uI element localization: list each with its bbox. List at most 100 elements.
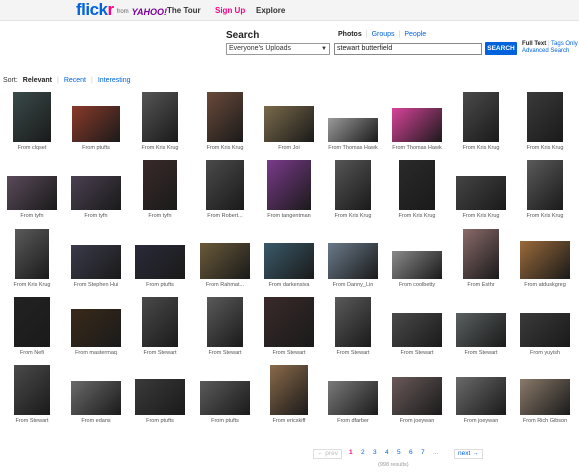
photo-owner-caption[interactable]: From Robert... [193, 213, 257, 219]
photo-owner-caption[interactable]: From yuyish [513, 350, 577, 356]
result-item[interactable]: From mastermaq [64, 293, 128, 359]
photo-thumbnail[interactable] [142, 297, 178, 347]
result-item[interactable]: From atduskgreg [513, 225, 577, 291]
sort-relevant[interactable]: Relevant [23, 77, 52, 84]
photo-owner-caption[interactable]: From tyfn [0, 213, 64, 219]
result-item[interactable]: From Nefi [0, 293, 64, 359]
result-item[interactable]: From ptufts [193, 361, 257, 427]
photo-thumbnail[interactable] [335, 297, 371, 347]
result-item[interactable]: From tyfn [128, 156, 192, 222]
photo-owner-caption[interactable]: From mastermaq [64, 350, 128, 356]
result-item[interactable]: From yuyish [513, 293, 577, 359]
photo-owner-caption[interactable]: From Kris Krug [513, 145, 577, 151]
photo-thumbnail[interactable] [335, 160, 371, 210]
photo-thumbnail[interactable] [456, 313, 506, 347]
nav-explore[interactable]: Explore [256, 6, 285, 15]
photo-owner-caption[interactable]: From Stewart [449, 350, 513, 356]
result-item[interactable]: From darkensiva [257, 225, 321, 291]
photo-owner-caption[interactable]: From Stewart [128, 350, 192, 356]
page-link-1[interactable]: 1 [349, 449, 353, 456]
photo-thumbnail[interactable] [143, 160, 177, 210]
photo-owner-caption[interactable]: From Thomas Hawk [385, 145, 449, 151]
photo-owner-caption[interactable]: From ericskiff [257, 418, 321, 424]
photo-owner-caption[interactable]: From Danny_Lin [321, 282, 385, 288]
result-item[interactable]: From Kris Krug [128, 88, 192, 154]
result-item[interactable]: From Stewart [321, 293, 385, 359]
photo-owner-caption[interactable]: From Kris Krug [385, 213, 449, 219]
tab-groups[interactable]: Groups [368, 31, 399, 38]
photo-owner-caption[interactable]: From Esthr [449, 282, 513, 288]
photo-owner-caption[interactable]: From Stephen Hui [64, 282, 128, 288]
photo-thumbnail[interactable] [392, 108, 442, 142]
photo-thumbnail[interactable] [200, 243, 250, 279]
search-input[interactable]: stewart butterfield [334, 43, 482, 55]
page-link-5[interactable]: 5 [397, 449, 401, 456]
result-item[interactable]: From Kris Krug [321, 156, 385, 222]
advanced-search-link[interactable]: Advanced Search [522, 48, 569, 54]
photo-owner-caption[interactable]: From Kris Krug [449, 213, 513, 219]
photo-thumbnail[interactable] [520, 241, 570, 279]
photo-thumbnail[interactable] [392, 377, 442, 415]
search-button[interactable]: SEARCH [485, 42, 517, 55]
result-item[interactable]: From Esthr [449, 225, 513, 291]
photo-owner-caption[interactable]: From joeywan [385, 418, 449, 424]
photo-owner-caption[interactable]: From Kris Krug [321, 213, 385, 219]
photo-thumbnail[interactable] [142, 92, 178, 142]
photo-thumbnail[interactable] [270, 365, 308, 415]
result-item[interactable]: From tyfn [64, 156, 128, 222]
photo-thumbnail[interactable] [71, 381, 121, 415]
photo-thumbnail[interactable] [527, 160, 563, 210]
result-item[interactable]: From Stewart [257, 293, 321, 359]
page-link-3[interactable]: 3 [373, 449, 377, 456]
photo-thumbnail[interactable] [520, 379, 570, 415]
photo-thumbnail[interactable] [264, 106, 314, 142]
next-page-button[interactable]: next → [454, 449, 483, 459]
result-item[interactable]: From Stewart [128, 293, 192, 359]
photo-thumbnail[interactable] [206, 160, 244, 210]
photo-owner-caption[interactable]: From Rich Gibson [513, 418, 577, 424]
result-item[interactable]: From Thomas Hawk [321, 88, 385, 154]
photo-owner-caption[interactable]: From Rahmat... [193, 282, 257, 288]
page-link-4[interactable]: 4 [385, 449, 389, 456]
nav-sign-up[interactable]: Sign Up [215, 6, 245, 15]
photo-owner-caption[interactable]: From ptufts [64, 145, 128, 151]
photo-owner-caption[interactable]: From tyfn [128, 213, 192, 219]
photo-thumbnail[interactable] [392, 251, 442, 279]
photo-owner-caption[interactable]: From Kris Krug [128, 145, 192, 151]
tags-only-option[interactable]: Tags Only [551, 41, 578, 47]
photo-thumbnail[interactable] [207, 297, 243, 347]
result-item[interactable]: From ptufts [128, 361, 192, 427]
photo-owner-caption[interactable]: From edans [64, 418, 128, 424]
photo-owner-caption[interactable]: From Joi [257, 145, 321, 151]
photo-owner-caption[interactable]: From dfarber [321, 418, 385, 424]
photo-thumbnail[interactable] [399, 160, 435, 210]
result-item[interactable]: From Kris Krug [449, 88, 513, 154]
flickr-logo[interactable]: flickr from YAHOO! [76, 1, 167, 19]
photo-owner-caption[interactable]: From tangentman [257, 213, 321, 219]
photo-thumbnail[interactable] [264, 243, 314, 279]
photo-owner-caption[interactable]: From Stewart [321, 350, 385, 356]
full-text-option[interactable]: Full Text [522, 41, 546, 47]
photo-thumbnail[interactable] [520, 313, 570, 347]
photo-thumbnail[interactable] [71, 245, 121, 279]
result-item[interactable]: From Stewart [449, 293, 513, 359]
sort-interesting[interactable]: Interesting [98, 77, 131, 84]
photo-owner-caption[interactable]: From clqset [0, 145, 64, 151]
photo-owner-caption[interactable]: From Kris Krug [449, 145, 513, 151]
page-link-2[interactable]: 2 [361, 449, 365, 456]
result-item[interactable]: From clqset [0, 88, 64, 154]
result-item[interactable]: From Stewart [193, 293, 257, 359]
photo-thumbnail[interactable] [15, 229, 49, 279]
result-item[interactable]: From tyfn [0, 156, 64, 222]
sort-recent[interactable]: Recent [64, 77, 86, 84]
photo-owner-caption[interactable]: From Stewart [257, 350, 321, 356]
result-item[interactable]: From joeywan [385, 361, 449, 427]
result-item[interactable]: From Danny_Lin [321, 225, 385, 291]
photo-thumbnail[interactable] [527, 92, 563, 142]
photo-thumbnail[interactable] [14, 297, 50, 347]
prev-page-button[interactable]: ← prev [313, 449, 342, 459]
photo-thumbnail[interactable] [463, 92, 499, 142]
photo-thumbnail[interactable] [14, 365, 50, 415]
photo-thumbnail[interactable] [264, 297, 314, 347]
photo-owner-caption[interactable]: From ptufts [128, 282, 192, 288]
